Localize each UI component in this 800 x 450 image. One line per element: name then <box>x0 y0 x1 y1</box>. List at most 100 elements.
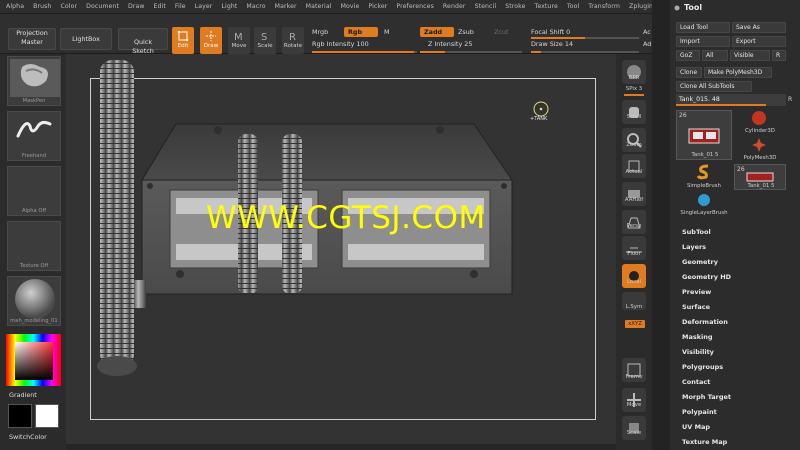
menu-item-preferences[interactable]: Preferences <box>396 3 434 10</box>
section-subtool[interactable]: SubTool <box>682 228 711 236</box>
menu-item-movie[interactable]: Movie <box>341 3 360 10</box>
goz-r-button[interactable]: R <box>772 50 786 61</box>
menu-item-macro[interactable]: Macro <box>246 3 265 10</box>
section-polygroups[interactable]: Polygroups <box>682 363 723 371</box>
menu-item-stencil[interactable]: Stencil <box>475 3 497 10</box>
mrgb-toggle[interactable]: Mrgb <box>312 28 328 36</box>
focal-shift-slider[interactable]: Focal Shift 0 <box>531 28 570 36</box>
menu-item-stroke[interactable]: Stroke <box>505 3 525 10</box>
menu-item-alpha[interactable]: Alpha <box>6 3 24 10</box>
tray-divider[interactable] <box>652 0 670 450</box>
section-preview[interactable]: Preview <box>682 288 711 296</box>
brush-selector[interactable]: MaskPen <box>7 56 61 106</box>
section-masking[interactable]: Masking <box>682 333 713 341</box>
lightbox-button[interactable]: LightBox <box>60 28 112 50</box>
stroke-selector[interactable]: Freehand <box>7 111 61 161</box>
zcut-toggle[interactable]: Zcut <box>494 28 508 36</box>
spix-slider[interactable]: SPix 3 <box>616 86 652 92</box>
section-deformation[interactable]: Deformation <box>682 318 728 326</box>
polymesh-icon[interactable] <box>752 138 766 152</box>
z-intensity-slider[interactable]: Z Intensity 25 <box>428 40 472 48</box>
edit-button[interactable]: Edit <box>172 27 194 54</box>
ac-toggle[interactable]: Ac <box>643 28 651 36</box>
menu-item-render[interactable]: Render <box>443 3 466 10</box>
section-surface[interactable]: Surface <box>682 303 710 311</box>
section-geometry[interactable]: Geometry <box>682 258 718 266</box>
menu-item-texture[interactable]: Texture <box>535 3 558 10</box>
quick-sketch-button[interactable]: Quick Sketch <box>118 28 168 55</box>
menu-item-marker[interactable]: Marker <box>275 3 297 10</box>
document-canvas[interactable]: +TANK WWW.CGTSJ.COM <box>66 54 616 444</box>
color-field[interactable] <box>15 342 53 380</box>
zadd-toggle[interactable]: Zadd <box>420 27 454 37</box>
simplebrush-icon[interactable] <box>696 163 712 181</box>
texture-selector[interactable]: Texture Off <box>7 221 61 271</box>
menu-item-color[interactable]: Color <box>60 3 77 10</box>
current-tool-r-button[interactable]: R <box>788 96 792 103</box>
color-picker[interactable] <box>6 334 61 386</box>
rotate-button[interactable]: R Rotate <box>282 27 304 54</box>
secondary-color-swatch[interactable] <box>35 404 59 428</box>
section-polypaint[interactable]: Polypaint <box>682 408 717 416</box>
clone-button[interactable]: Clone <box>676 67 702 78</box>
current-tool-slider[interactable]: Tank_015. 48 <box>676 94 786 106</box>
xyz-toggle[interactable]: xXYZ <box>625 320 645 328</box>
load-tool-button[interactable]: Load Tool <box>676 22 730 33</box>
menu-item-brush[interactable]: Brush <box>33 3 51 10</box>
rgb-intensity-track[interactable] <box>312 51 417 53</box>
z-intensity-track[interactable] <box>420 51 522 53</box>
cylinder-icon[interactable] <box>750 110 768 126</box>
menu-item-edit[interactable]: Edit <box>154 3 166 10</box>
clone-all-subtools-button[interactable]: Clone All SubTools <box>676 81 752 92</box>
tool-thumb-tank-2[interactable]: 26 Tank_01 5 <box>734 164 786 190</box>
section-visibility[interactable]: Visibility <box>682 348 714 356</box>
tool-thumb-tank-1[interactable]: 26 Tank_01 5 <box>676 110 732 160</box>
menu-item-transform[interactable]: Transform <box>588 3 620 10</box>
section-texture-map[interactable]: Texture Map <box>682 438 727 446</box>
zsub-toggle[interactable]: Zsub <box>458 28 474 36</box>
menu-item-tool[interactable]: Tool <box>567 3 579 10</box>
visible-button[interactable]: Visible <box>730 50 770 61</box>
save-as-button[interactable]: Save As <box>732 22 786 33</box>
draw-button[interactable]: Draw <box>200 27 222 54</box>
singlelayer-icon[interactable] <box>696 192 712 208</box>
scale-button[interactable]: S Scale <box>254 27 276 54</box>
rgb-intensity-slider[interactable]: Rgb Intensity 100 <box>312 40 369 48</box>
menu-item-material[interactable]: Material <box>306 3 332 10</box>
menu-item-file[interactable]: File <box>175 3 186 10</box>
section-geometry-hd[interactable]: Geometry HD <box>682 273 731 281</box>
section-layers[interactable]: Layers <box>682 243 706 251</box>
menu-item-light[interactable]: Light <box>221 3 237 10</box>
all-button[interactable]: All <box>702 50 728 61</box>
alpha-selector[interactable]: Alpha Off <box>7 166 61 216</box>
focal-shift-track[interactable] <box>531 37 639 39</box>
material-selector[interactable]: mah_modeling_01 <box>7 276 61 326</box>
scale-view-button[interactable] <box>622 416 646 440</box>
projection-master-button[interactable]: Projection Master <box>8 28 56 50</box>
menu-item-layer[interactable]: Layer <box>195 3 213 10</box>
primary-color-swatch[interactable] <box>8 404 32 428</box>
draw-size-track[interactable] <box>531 51 639 53</box>
menu-item-picker[interactable]: Picker <box>368 3 387 10</box>
section-contact[interactable]: Contact <box>682 378 710 386</box>
move-view-button[interactable] <box>622 388 646 412</box>
section-uv-map[interactable]: UV Map <box>682 423 710 431</box>
make-polymesh-button[interactable]: Make PolyMesh3D <box>704 67 772 78</box>
section-morph-target[interactable]: Morph Target <box>682 393 731 401</box>
rgb-toggle[interactable]: Rgb <box>344 27 378 37</box>
ad-toggle[interactable]: Ad <box>643 40 651 48</box>
scroll-button[interactable] <box>622 100 646 124</box>
palette-toggle-icon[interactable] <box>674 5 680 11</box>
menu-item-draw[interactable]: Draw <box>128 3 145 10</box>
switchcolor-button[interactable]: SwitchColor <box>9 433 47 441</box>
goz-button[interactable]: GoZ <box>676 50 700 61</box>
move-button[interactable]: M Move <box>228 27 250 54</box>
zoom-button[interactable] <box>622 128 646 152</box>
m-toggle[interactable]: M <box>384 28 390 36</box>
menu-item-zplugin[interactable]: Zplugin <box>629 3 653 10</box>
import-button[interactable]: Import <box>676 36 730 47</box>
draw-size-slider[interactable]: Draw Size 14 <box>531 40 573 48</box>
menu-item-document[interactable]: Document <box>86 3 119 10</box>
persp-button[interactable] <box>622 210 646 234</box>
export-button[interactable]: Export <box>732 36 786 47</box>
